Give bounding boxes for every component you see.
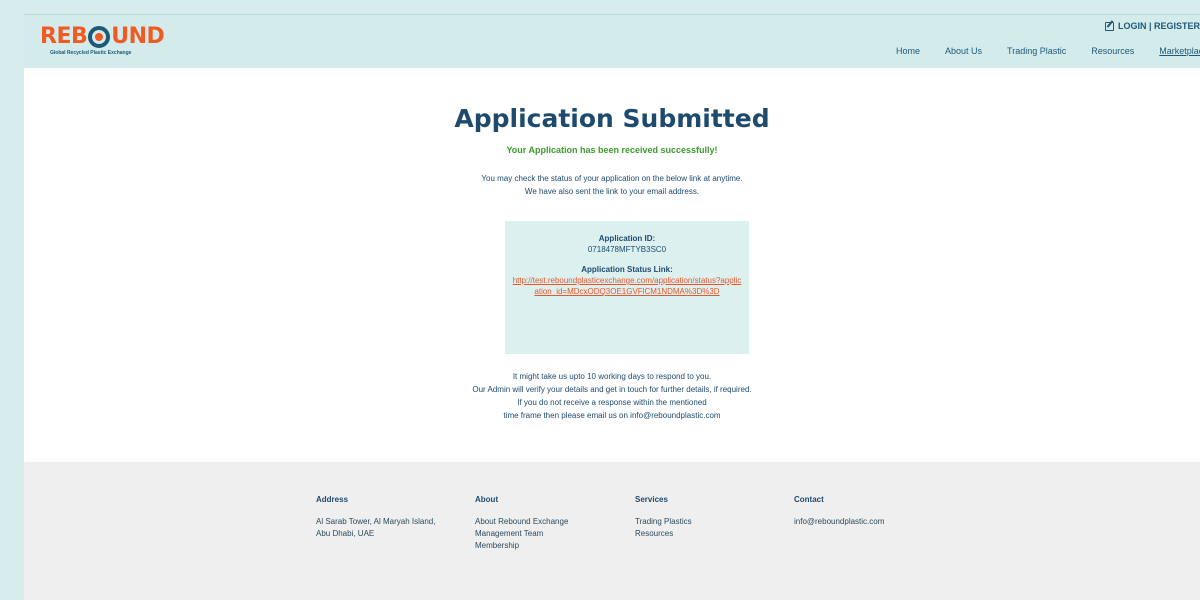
nav-trading-plastic[interactable]: Trading Plastic	[1007, 46, 1066, 56]
follow-line: Our Admin will verify your details and g…	[472, 385, 752, 394]
logo-recycle-icon	[88, 26, 111, 48]
response-info-text: It might take us upto 10 working days to…	[24, 370, 1200, 422]
follow-line: If you do not receive a response within …	[517, 398, 707, 407]
footer-link-management-team[interactable]: Management Team	[475, 528, 568, 540]
footer-contact-column: Contact info@reboundplastic.com	[794, 495, 884, 528]
logo-wordmark: REB UND	[40, 24, 165, 49]
footer-contact-email[interactable]: info@reboundplastic.com	[794, 516, 884, 528]
logo-text-left: REB	[40, 24, 88, 49]
footer-link-resources[interactable]: Resources	[635, 528, 692, 540]
page-title: Application Submitted	[454, 104, 770, 133]
footer-link-membership[interactable]: Membership	[475, 540, 568, 552]
application-status-link[interactable]: http://test.reboundplasticexchange.com/a…	[511, 275, 743, 297]
nav-resources[interactable]: Resources	[1091, 46, 1134, 56]
footer-heading: About	[475, 495, 499, 504]
footer-link-trading-plastics[interactable]: Trading Plastics	[635, 516, 692, 528]
application-details-box: Application ID: 0718478MFTYB3SC0 Applica…	[505, 221, 749, 354]
info-line: We have also sent the link to your email…	[524, 187, 700, 196]
footer-link-about-rebound[interactable]: About Rebound Exchange	[475, 516, 568, 528]
footer-heading: Services	[635, 495, 668, 504]
rebound-logo[interactable]: REB UND Global Recycled Plastic Exchange	[40, 24, 165, 57]
footer-heading: Address	[316, 495, 349, 504]
logo-text-right: UND	[111, 24, 165, 49]
success-message: Your Application has been received succe…	[506, 145, 718, 155]
follow-line: It might take us upto 10 working days to…	[512, 372, 712, 381]
nav-marketplace[interactable]: Marketplace	[1159, 46, 1200, 56]
nav-about-us[interactable]: About Us	[945, 46, 982, 56]
footer-heading: Contact	[794, 495, 824, 504]
status-info-text: You may check the status of your applica…	[24, 172, 1200, 198]
footer-about-column: About About Rebound Exchange Management …	[475, 495, 568, 552]
nav-home[interactable]: Home	[896, 46, 920, 56]
application-id-value: 0718478MFTYB3SC0	[587, 245, 667, 254]
logo-tagline: Global Recycled Plastic Exchange	[50, 50, 132, 56]
footer-services-column: Services Trading Plastics Resources	[635, 495, 692, 540]
follow-line: time frame then please email us on info@…	[503, 411, 721, 420]
login-register-link[interactable]: LOGIN | REGISTER	[1104, 21, 1200, 31]
application-id-label: Application ID:	[598, 234, 656, 243]
login-register-label: LOGIN | REGISTER	[1117, 21, 1200, 31]
site-footer: Address Al Sarab Tower, Al Maryah Island…	[24, 462, 1200, 600]
site-header: REB UND Global Recycled Plastic Exchange…	[24, 14, 1200, 68]
footer-address-column: Address Al Sarab Tower, Al Maryah Island…	[316, 495, 435, 540]
footer-address-line: Al Sarab Tower, Al Maryah Island,	[316, 517, 436, 526]
info-line: You may check the status of your applica…	[481, 174, 743, 183]
footer-address-line: Abu Dhabi, UAE	[316, 529, 375, 538]
page: REB UND Global Recycled Plastic Exchange…	[24, 14, 1200, 600]
status-link-label: Application Status Link:	[581, 265, 673, 274]
edit-icon	[1104, 21, 1114, 31]
main-nav: Home About Us Trading Plastic Resources …	[896, 46, 1200, 56]
